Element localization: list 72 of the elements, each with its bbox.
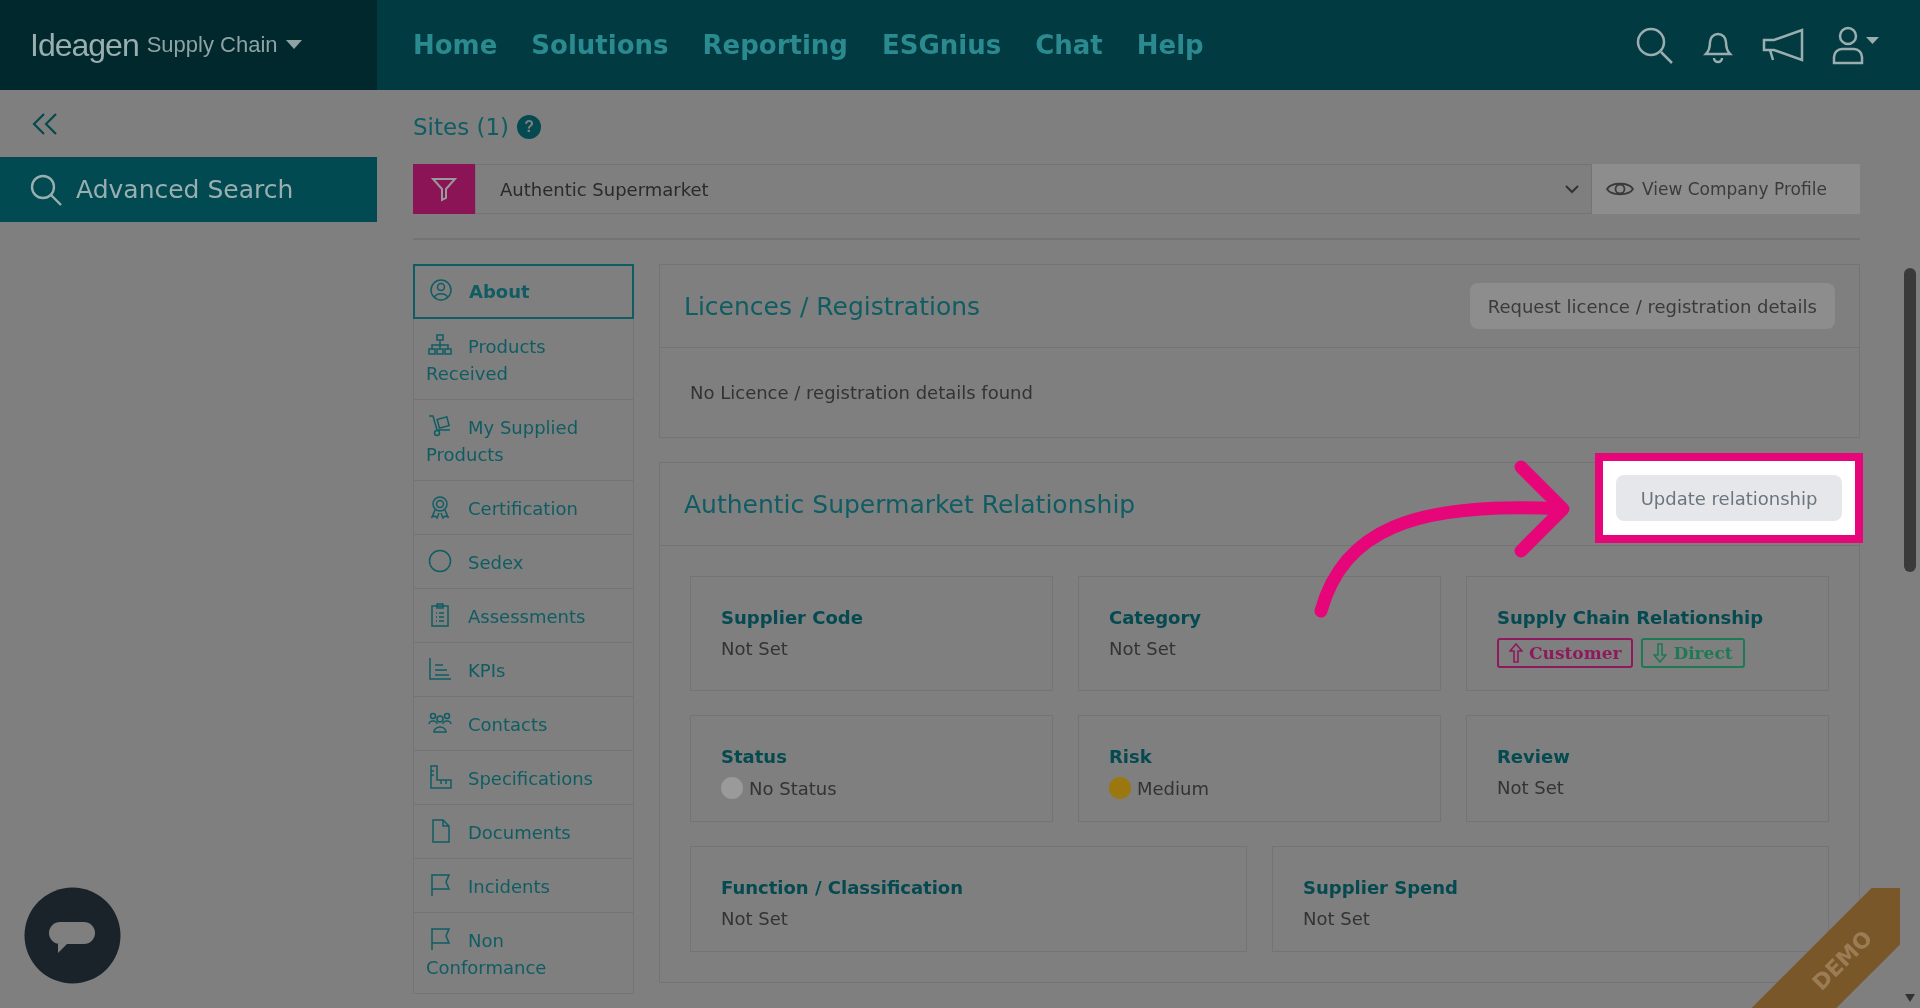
panel-title: Licences / Registrations bbox=[684, 291, 981, 321]
section-tab[interactable]: About bbox=[413, 264, 634, 319]
trolley-icon bbox=[428, 414, 452, 438]
panel-title: Authentic Supermarket Relationship bbox=[684, 489, 1136, 519]
update-relationship-button[interactable]: Update relationship bbox=[1616, 475, 1842, 521]
help-badge[interactable]: ? bbox=[517, 115, 542, 139]
card-label: Supplier Spend bbox=[1303, 877, 1459, 898]
section-tab[interactable]: KPIs bbox=[413, 643, 634, 697]
page-title: Sites (1) bbox=[413, 114, 510, 140]
nav-link[interactable]: Solutions bbox=[531, 30, 669, 60]
section-tab[interactable]: Contacts bbox=[413, 697, 634, 751]
section-tab[interactable]: Sedex bbox=[413, 535, 634, 589]
filter-button[interactable] bbox=[413, 164, 475, 214]
card-value: No Status bbox=[749, 777, 837, 799]
megaphone-icon[interactable] bbox=[1762, 28, 1806, 62]
org-chart-icon bbox=[428, 333, 452, 357]
card-value: Not Set bbox=[721, 638, 789, 659]
nav-link[interactable]: Reporting bbox=[702, 30, 848, 60]
card-label: Supplier Code bbox=[721, 607, 864, 628]
card-value: Not Set bbox=[721, 908, 789, 929]
arrow-down-icon bbox=[1653, 643, 1668, 663]
clipboard-icon bbox=[428, 603, 452, 627]
relationship-tag: Direct bbox=[1641, 638, 1745, 668]
search-icon[interactable] bbox=[1634, 25, 1674, 65]
circle-icon bbox=[428, 549, 452, 573]
view-profile-button[interactable]: View Company Profile bbox=[1592, 164, 1860, 214]
card-label: Risk bbox=[1109, 746, 1153, 767]
card-value: Not Set bbox=[1303, 908, 1371, 929]
chevron-down-icon bbox=[1565, 184, 1579, 194]
card-label: Function / Classification bbox=[721, 877, 964, 898]
ruler-icon bbox=[428, 765, 452, 789]
brand-logo[interactable]: Ideagen bbox=[30, 26, 139, 64]
section-tab[interactable]: Products Received bbox=[413, 319, 634, 400]
search-icon bbox=[30, 173, 62, 206]
flag-icon bbox=[428, 873, 452, 897]
product-switcher[interactable]: Supply Chain bbox=[146, 32, 278, 58]
relationship-tag: Customer bbox=[1497, 638, 1634, 668]
nav-link[interactable]: Help bbox=[1136, 30, 1204, 60]
caret-icon[interactable] bbox=[285, 40, 302, 50]
user-menu-icon[interactable] bbox=[1832, 25, 1880, 65]
person-circle-icon bbox=[429, 278, 453, 302]
request-details-button[interactable]: Request licence / registration details bbox=[1469, 283, 1835, 329]
nav-link[interactable]: Chat bbox=[1035, 30, 1103, 60]
section-tab[interactable]: My Supplied Products bbox=[413, 400, 634, 481]
section-tab[interactable]: Assessments bbox=[413, 589, 634, 643]
card-label: Supply Chain Relationship bbox=[1497, 607, 1765, 628]
scroll-down-icon[interactable] bbox=[1905, 994, 1915, 1002]
filter-icon bbox=[431, 176, 457, 202]
card-value: Not Set bbox=[1109, 638, 1177, 659]
arrow-up-icon bbox=[1509, 643, 1523, 663]
empty-message: No Licence / registration details found bbox=[689, 381, 1034, 405]
chart-icon bbox=[428, 657, 452, 681]
card-value: Not Set bbox=[1497, 777, 1565, 798]
nav-link[interactable]: Home bbox=[413, 30, 498, 60]
site-select[interactable]: Authentic Supermarket bbox=[475, 164, 1592, 214]
advanced-search-button[interactable]: Advanced Search bbox=[0, 157, 377, 222]
section-tab[interactable]: Incidents bbox=[413, 859, 634, 913]
people-icon bbox=[428, 711, 452, 735]
section-tab[interactable]: Specifications bbox=[413, 751, 634, 805]
chat-icon[interactable] bbox=[24, 887, 121, 984]
collapse-icon[interactable] bbox=[32, 112, 58, 135]
card-label: Status bbox=[721, 746, 788, 767]
award-icon bbox=[428, 495, 452, 519]
section-tab[interactable]: Documents bbox=[413, 805, 634, 859]
card-label: Category bbox=[1109, 607, 1203, 628]
card-value: Medium bbox=[1137, 777, 1209, 799]
flag-icon bbox=[428, 927, 452, 951]
scrollbar-thumb[interactable] bbox=[1904, 268, 1916, 572]
card-label: Review bbox=[1497, 746, 1571, 767]
section-tab[interactable]: Non Conformance bbox=[413, 913, 634, 994]
nav-link[interactable]: ESGnius bbox=[882, 30, 1002, 60]
section-tab[interactable]: Certification bbox=[413, 481, 634, 535]
